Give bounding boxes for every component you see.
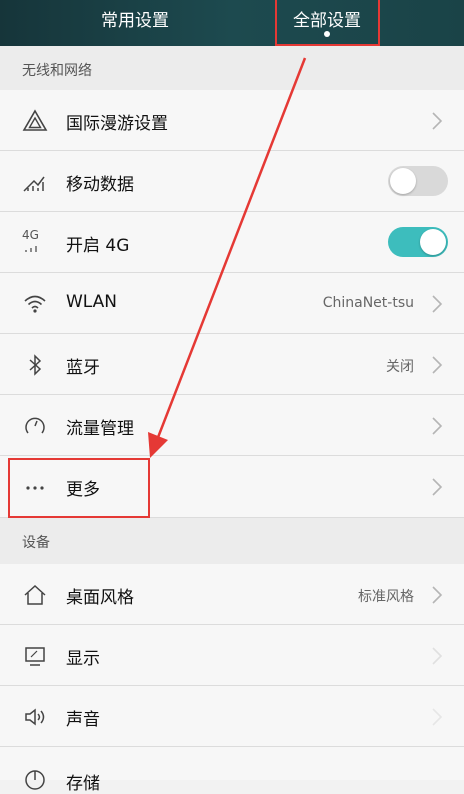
storage-icon bbox=[25, 770, 45, 790]
row-bluetooth[interactable]: 蓝牙 关闭 bbox=[0, 334, 464, 395]
row-display[interactable]: 显示 bbox=[0, 625, 464, 686]
row-wlan[interactable]: WLAN ChinaNet-tsu bbox=[0, 273, 464, 334]
tab-common-settings[interactable]: 常用设置 bbox=[60, 0, 210, 46]
chevron-right-icon bbox=[432, 356, 443, 374]
row-label-data-usage: 流量管理 bbox=[66, 419, 134, 439]
mobile-data-toggle[interactable] bbox=[388, 166, 448, 196]
bluetooth-icon bbox=[29, 354, 42, 376]
row-data-usage[interactable]: 流量管理 bbox=[0, 395, 464, 456]
chevron-right-icon bbox=[432, 586, 443, 604]
toggle-knob bbox=[390, 168, 416, 194]
row-label-mobile-data: 移动数据 bbox=[66, 175, 134, 195]
section-title-wireless: 无线和网络 bbox=[22, 63, 92, 79]
chevron-right-icon bbox=[432, 417, 443, 435]
bluetooth-status: 关闭 bbox=[386, 359, 414, 375]
display-icon bbox=[25, 647, 45, 666]
highlight-box-all-settings bbox=[275, 0, 380, 46]
chevron-right-icon bbox=[432, 112, 443, 130]
wifi-icon bbox=[24, 295, 46, 313]
chevron-right-icon bbox=[432, 295, 443, 313]
row-mobile-data[interactable]: 移动数据 bbox=[0, 151, 464, 212]
tab-common-settings-label: 常用设置 bbox=[101, 11, 169, 31]
chevron-right-icon bbox=[432, 708, 443, 726]
row-label-wlan: WLAN bbox=[66, 292, 118, 312]
4g-toggle[interactable] bbox=[388, 227, 448, 257]
row-label-home-style: 桌面风格 bbox=[66, 588, 134, 608]
row-label-display: 显示 bbox=[66, 649, 100, 669]
home-style-value: 标准风格 bbox=[358, 589, 414, 605]
home-icon bbox=[24, 584, 46, 605]
chevron-right-icon bbox=[432, 647, 443, 665]
speaker-icon bbox=[25, 708, 45, 726]
roaming-icon bbox=[22, 109, 48, 131]
chevron-right-icon bbox=[432, 478, 443, 496]
row-storage[interactable]: 存储 bbox=[0, 747, 464, 794]
section-header-wireless: 无线和网络 bbox=[0, 46, 464, 90]
row-label-sound: 声音 bbox=[66, 710, 100, 730]
row-label-bluetooth: 蓝牙 bbox=[66, 358, 100, 378]
row-international-roaming[interactable]: 国际漫游设置 bbox=[0, 90, 464, 151]
highlight-box-more bbox=[8, 458, 150, 518]
section-header-device: 设备 bbox=[0, 518, 464, 564]
row-home-style[interactable]: 桌面风格 标准风格 bbox=[0, 564, 464, 625]
mobile-data-icon bbox=[23, 176, 45, 192]
4g-icon: 4G bbox=[22, 228, 48, 254]
row-label-4g: 开启 4G bbox=[66, 236, 130, 256]
row-label-roaming: 国际漫游设置 bbox=[66, 114, 168, 134]
row-enable-4g[interactable]: 4G 开启 4G bbox=[0, 212, 464, 273]
wlan-network-name: ChinaNet-tsu bbox=[322, 295, 414, 311]
row-sound[interactable]: 声音 bbox=[0, 686, 464, 747]
top-tab-bar: 常用设置 全部设置 bbox=[0, 0, 464, 46]
toggle-knob bbox=[420, 229, 446, 255]
section-title-device: 设备 bbox=[22, 535, 50, 551]
data-usage-icon bbox=[25, 417, 45, 434]
row-label-storage: 存储 bbox=[66, 774, 100, 794]
